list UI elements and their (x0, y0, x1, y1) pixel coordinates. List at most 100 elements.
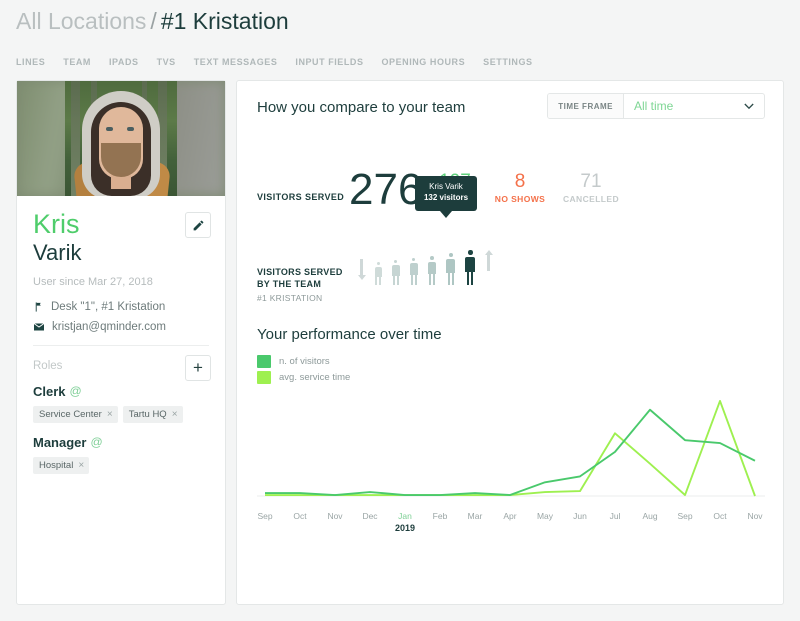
arrow-up-icon (484, 250, 493, 276)
tooltip-name: Kris Varik (429, 182, 463, 191)
tab-opening-hours[interactable]: OPENING HOURS (373, 57, 475, 67)
tab-team[interactable]: TEAM (54, 57, 100, 67)
chart-x-tick: Jan (398, 511, 412, 521)
chart-series-line (265, 399, 756, 497)
breadcrumb-separator: / (150, 8, 157, 34)
team-label-line2: BY THE TEAM (257, 279, 322, 290)
stat-no-shows-value: 8 (514, 171, 526, 192)
chart-x-tick: Aug (642, 511, 658, 521)
chart-x-axis: Sep Oct Nov Dec Jan 2019 Feb Mar Apr May Jun Jul Aug… (257, 507, 763, 541)
chart-x-tick: Dec (362, 511, 378, 521)
role-at-symbol: @ (90, 435, 103, 450)
chart-x-tick: Sep (257, 511, 273, 521)
role-tags-clerk: Service Center × Tartu HQ × (17, 405, 225, 423)
stat-no-shows: 8 NO SHOWS (485, 172, 555, 204)
role-tag-label: Hospital (39, 459, 74, 471)
breadcrumb: All Locations / #1 Kristation (16, 8, 289, 35)
team-comparison: VISITORS SERVED BY THE TEAM #1 KRISTATIO… (257, 176, 763, 308)
envelope-icon (33, 321, 45, 333)
chart-x-tick: May (536, 511, 554, 521)
stat-cancelled-label: CANCELLED (562, 194, 619, 204)
tab-bar: LINES TEAM IPADS TVS TEXT MESSAGES INPUT… (16, 57, 542, 67)
chart-legend: n. of visitors avg. service time (257, 355, 763, 384)
legend-label: n. of visitors (279, 356, 330, 367)
photo-eye-right (127, 127, 134, 131)
add-role-button[interactable]: + (185, 354, 211, 381)
timeframe-label: TIME FRAME (548, 94, 624, 118)
team-figure (427, 255, 438, 286)
role-tag-label: Service Center (39, 408, 102, 420)
edit-profile-button[interactable] (185, 212, 211, 238)
team-figure (409, 257, 419, 286)
photo-eye-left (106, 127, 113, 131)
chart-x-tick: Nov (327, 511, 343, 521)
arrow-down-icon (357, 259, 366, 285)
plus-icon: + (193, 358, 203, 378)
visitors-served-value: 276 (349, 165, 423, 214)
stats-row: VISITORS SERVED 276 197 SERVED 8 NO SHOW… (257, 142, 763, 212)
chart-x-tick: Oct (713, 511, 727, 521)
tooltip-value: 132 visitors (423, 192, 469, 202)
timeframe-selector[interactable]: TIME FRAME All time (547, 93, 765, 119)
breadcrumb-all-locations[interactable]: All Locations (16, 8, 146, 34)
performance-chart: Sep Oct Nov Dec Jan 2019 Feb Mar Apr May Jun Jul Aug… (257, 392, 765, 541)
role-name-text: Clerk (33, 383, 66, 399)
main-card: How you compare to your team TIME FRAME … (236, 80, 784, 605)
profile-meta: Desk "1", #1 Kristation kristjan@qminder… (33, 301, 209, 333)
roles-section-header: Roles + (17, 346, 225, 381)
stat-cancelled-value: 71 (580, 171, 602, 192)
profile-last-name: Varik (33, 240, 82, 266)
profile-user-since: User since Mar 27, 2018 (33, 275, 153, 288)
team-tooltip: Kris Varik 132 visitors (415, 176, 477, 218)
profile-card: Kris Varik User since Mar 27, 2018 Desk … (16, 80, 226, 605)
team-figure (374, 262, 383, 286)
team-figure (391, 259, 401, 286)
stat-cancelled: 71 CANCELLED (555, 172, 627, 204)
role-title-clerk: Clerk @ (17, 384, 225, 399)
desk-icon (33, 301, 44, 313)
photo-subject (65, 81, 177, 196)
tab-input-fields[interactable]: INPUT FIELDS (286, 57, 372, 67)
role-tag[interactable]: Hospital × (33, 456, 90, 474)
role-tag[interactable]: Service Center × (33, 405, 118, 423)
profile-desk-text: Desk "1", #1 Kristation (51, 300, 166, 313)
close-icon[interactable]: × (172, 409, 178, 420)
team-figure-row (357, 250, 493, 286)
close-icon[interactable]: × (107, 409, 113, 420)
role-group-clerk: Clerk @ Service Center × Tartu HQ × (17, 384, 225, 423)
timeframe-value[interactable]: All time (624, 94, 744, 118)
team-figure (464, 250, 476, 286)
profile-email-text[interactable]: kristjan@qminder.com (52, 321, 166, 333)
tab-tvs[interactable]: TVS (148, 57, 185, 67)
role-tag[interactable]: Tartu HQ × (122, 405, 183, 423)
legend-swatch (257, 371, 271, 384)
role-title-manager: Manager @ (17, 435, 225, 450)
team-figure (445, 253, 456, 286)
tab-text-messages[interactable]: TEXT MESSAGES (185, 57, 287, 67)
chart-x-tick: Jun (573, 511, 587, 521)
tab-ipads[interactable]: IPADS (100, 57, 148, 67)
chart-x-tick: Feb (432, 511, 448, 521)
team-label-line3: #1 KRISTATION (257, 293, 323, 304)
profile-desk-row: Desk "1", #1 Kristation (33, 301, 209, 313)
legend-item-service-time[interactable]: avg. service time (257, 371, 763, 384)
chevron-down-icon[interactable] (744, 94, 764, 118)
page-root: All Locations / #1 Kristation LINES TEAM I… (0, 0, 800, 621)
performance-section: Your performance over time n. of visitor… (257, 326, 765, 541)
chart-x-tick: Mar (467, 511, 483, 521)
chart-x-tick: Sep (677, 511, 693, 521)
tab-settings[interactable]: SETTINGS (474, 57, 541, 67)
role-at-symbol: @ (69, 384, 82, 399)
legend-swatch (257, 355, 271, 368)
tab-lines[interactable]: LINES (16, 57, 54, 67)
breadcrumb-current: #1 Kristation (160, 8, 289, 34)
legend-label: avg. service time (279, 372, 351, 383)
close-icon[interactable]: × (78, 460, 84, 471)
role-name-text: Manager (33, 434, 87, 450)
chart-series-line (265, 408, 756, 496)
chart-x-tick: Apr (503, 511, 517, 521)
legend-item-visitors[interactable]: n. of visitors (257, 355, 763, 368)
team-label: VISITORS SERVED BY THE TEAM #1 KRISTATIO… (257, 266, 343, 303)
profile-email-row: kristjan@qminder.com (33, 321, 209, 333)
chart-x-tick: Jul (609, 511, 621, 521)
